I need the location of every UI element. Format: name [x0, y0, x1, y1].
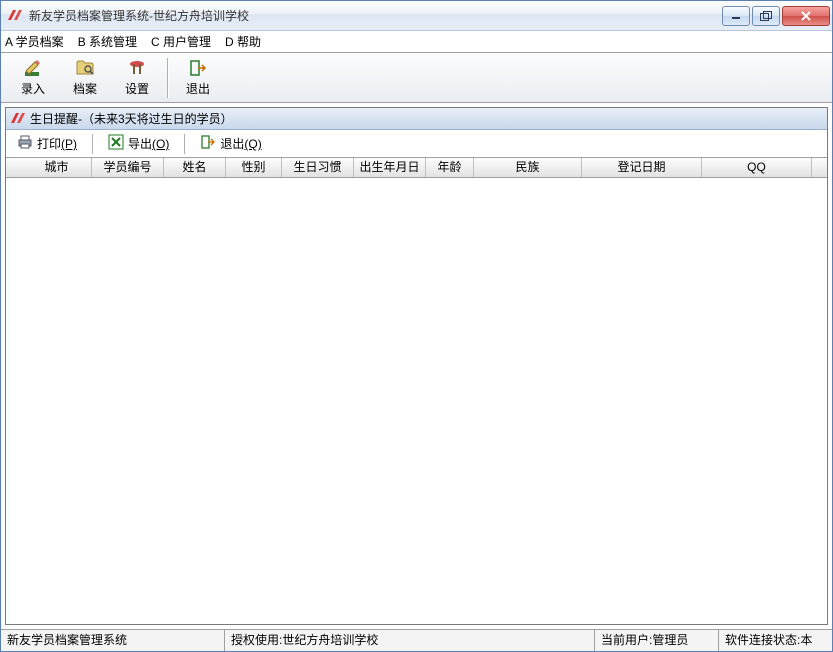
panel-print-key: (P): [61, 137, 77, 151]
minimize-button[interactable]: [722, 6, 750, 26]
panel-separator-2: [184, 134, 185, 154]
menu-user-manage[interactable]: C 用户管理: [151, 33, 211, 50]
grid-row-selector-header[interactable]: [6, 158, 22, 177]
panel-exit-key: (Q): [244, 137, 261, 151]
main-toolbar: 录入 档案 设置 退出: [1, 53, 832, 103]
toolbar-separator: [167, 58, 168, 98]
close-icon: [800, 11, 812, 21]
grid-column-header[interactable]: 年龄: [426, 158, 474, 177]
grid-column-header[interactable]: 学员编号: [92, 158, 164, 177]
toolbar-exit-button[interactable]: 退出: [172, 55, 224, 101]
menubar: A 学员档案 B 系统管理 C 用户管理 D 帮助: [1, 31, 832, 53]
menu-student-archive[interactable]: A 学员档案: [5, 33, 64, 50]
toolbar-settings-button[interactable]: 设置: [111, 55, 163, 101]
panel-export-label: 导出: [128, 137, 152, 151]
inner-wrap: 生日提醒-（未来3天将过生日的学员） 打印(P) 导出(O): [1, 103, 832, 629]
grid-column-header[interactable]: 性别: [226, 158, 282, 177]
excel-icon: [108, 134, 124, 153]
toolbar-settings-label: 设置: [125, 80, 149, 97]
titlebar: 新友学员档案管理系统-世纪方舟培训学校: [1, 1, 832, 31]
printer-icon: [17, 134, 33, 153]
panel-export-key: (O): [152, 137, 169, 151]
eraser-icon: [10, 111, 26, 127]
panel-print-button[interactable]: 打印(P): [10, 131, 84, 156]
panel-separator-1: [92, 134, 93, 154]
statusbar: 新友学员档案管理系统授权使用:世纪方舟培训学校当前用户:管理员软件连接状态:本: [1, 629, 832, 651]
window-buttons: [722, 6, 830, 26]
maximize-icon: [760, 11, 772, 21]
status-cell: 软件连接状态:本: [719, 630, 832, 651]
folder-search-icon: [75, 58, 95, 78]
grid-column-header[interactable]: 出生年月日: [354, 158, 426, 177]
window-root: 新友学员档案管理系统-世纪方舟培训学校 A 学员档案 B 系统管理 C 用户管理…: [0, 0, 833, 652]
grid-header: 城市学员编号姓名性别生日习惯出生年月日年龄民族登记日期QQ: [6, 158, 827, 178]
toolbar-entry-button[interactable]: 录入: [7, 55, 59, 101]
exit-icon: [188, 58, 208, 78]
grid-column-header[interactable]: 登记日期: [582, 158, 702, 177]
toolbar-exit-label: 退出: [186, 80, 210, 97]
toolbar-archive-button[interactable]: 档案: [59, 55, 111, 101]
pencil-icon: [23, 58, 43, 78]
grid-column-header[interactable]: QQ: [702, 158, 812, 177]
app-icon: [7, 8, 23, 24]
status-cell: 新友学员档案管理系统: [1, 630, 225, 651]
panel-export-button[interactable]: 导出(O): [101, 131, 176, 156]
panel-titlebar: 生日提醒-（未来3天将过生日的学员）: [6, 108, 827, 130]
grid-column-header[interactable]: 生日习惯: [282, 158, 354, 177]
menu-system-manage[interactable]: B 系统管理: [78, 33, 137, 50]
panel-exit-label: 退出: [220, 137, 244, 151]
panel-exit-button[interactable]: 退出(Q): [193, 131, 268, 156]
grid-column-header[interactable]: 城市: [22, 158, 92, 177]
status-cell: 当前用户:管理员: [595, 630, 719, 651]
window-title: 新友学员档案管理系统-世纪方舟培训学校: [29, 7, 722, 24]
grid: 城市学员编号姓名性别生日习惯出生年月日年龄民族登记日期QQ: [6, 158, 827, 624]
toolbar-archive-label: 档案: [73, 80, 97, 97]
exit-icon: [200, 134, 216, 153]
panel-title-text: 生日提醒-（未来3天将过生日的学员）: [30, 110, 233, 127]
panel-toolbar: 打印(P) 导出(O) 退出(Q): [6, 130, 827, 158]
toolbar-entry-label: 录入: [21, 80, 45, 97]
grid-column-header[interactable]: 民族: [474, 158, 582, 177]
minimize-icon: [731, 11, 741, 21]
settings-icon: [127, 58, 147, 78]
panel-print-label: 打印: [37, 137, 61, 151]
status-cell: 授权使用:世纪方舟培训学校: [225, 630, 595, 651]
birthday-panel: 生日提醒-（未来3天将过生日的学员） 打印(P) 导出(O): [5, 107, 828, 625]
close-button[interactable]: [782, 6, 830, 26]
grid-column-header[interactable]: 姓名: [164, 158, 226, 177]
maximize-button[interactable]: [752, 6, 780, 26]
menu-help[interactable]: D 帮助: [225, 33, 261, 50]
